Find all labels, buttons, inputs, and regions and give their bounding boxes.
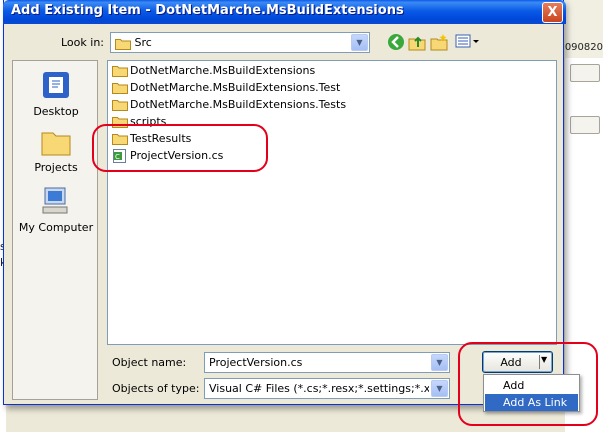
new-folder-icon[interactable] — [429, 33, 449, 53]
desktop-icon — [43, 72, 69, 98]
objects-of-type-label: Objects of type: — [112, 382, 200, 395]
object-name-label: Object name: — [112, 356, 187, 369]
folder-icon — [112, 64, 128, 77]
background-button — [570, 116, 600, 134]
annotation-highlight — [92, 124, 268, 172]
close-button[interactable]: X — [542, 2, 563, 23]
places-bar: Desktop Projects My Computer — [12, 60, 98, 400]
folder-icon — [41, 132, 71, 156]
file-name: DotNetMarche.MsBuildExtensions — [130, 63, 316, 77]
back-icon[interactable] — [386, 33, 406, 53]
file-list: DotNetMarche.MsBuildExtensions DotNetMar… — [107, 60, 557, 345]
list-item[interactable]: DotNetMarche.MsBuildExtensions.Test — [112, 80, 340, 96]
up-folder-icon[interactable] — [407, 33, 427, 53]
list-item[interactable]: DotNetMarche.MsBuildExtensions — [112, 63, 315, 79]
computer-icon — [42, 187, 68, 214]
title-bar[interactable]: Add Existing Item - DotNetMarche.MsBuild… — [3, 0, 566, 24]
object-name-value: ProjectVersion.cs — [209, 356, 303, 369]
chevron-down-icon[interactable]: ▼ — [431, 380, 448, 397]
background-number-text: 090820 — [564, 42, 603, 53]
place-label: My Computer — [18, 221, 94, 234]
chevron-down-icon[interactable]: ▼ — [431, 354, 448, 371]
objects-of-type-value: Visual C# Files (*.cs;*.resx;*.settings;… — [209, 382, 429, 395]
place-desktop[interactable]: Desktop — [13, 69, 99, 118]
look-in-label: Look in: — [61, 36, 104, 49]
list-item[interactable]: DotNetMarche.MsBuildExtensions.Tests — [112, 97, 346, 113]
objects-of-type-select[interactable]: Visual C# Files (*.cs;*.resx;*.settings;… — [204, 378, 450, 399]
annotation-highlight — [458, 342, 598, 426]
folder-icon — [112, 81, 128, 94]
look-in-value: Src — [134, 36, 152, 49]
place-label: Desktop — [33, 105, 79, 118]
file-name: DotNetMarche.MsBuildExtensions.Test — [130, 80, 341, 94]
close-icon: X — [547, 5, 558, 20]
place-projects[interactable]: Projects — [13, 127, 99, 174]
folder-icon — [115, 37, 131, 50]
object-name-field[interactable]: ProjectVersion.cs ▼ — [204, 352, 450, 373]
background-button — [570, 64, 600, 82]
place-my-computer[interactable]: My Computer — [13, 185, 99, 234]
look-in-combo[interactable]: Src ▼ — [110, 32, 370, 53]
chevron-down-icon[interactable]: ▼ — [351, 34, 368, 51]
dialog-title: Add Existing Item - DotNetMarche.MsBuild… — [11, 3, 404, 18]
file-name: DotNetMarche.MsBuildExtensions.Tests — [130, 97, 347, 111]
folder-icon — [112, 98, 128, 111]
views-menu-icon[interactable] — [454, 33, 480, 53]
place-label: Projects — [34, 161, 78, 174]
